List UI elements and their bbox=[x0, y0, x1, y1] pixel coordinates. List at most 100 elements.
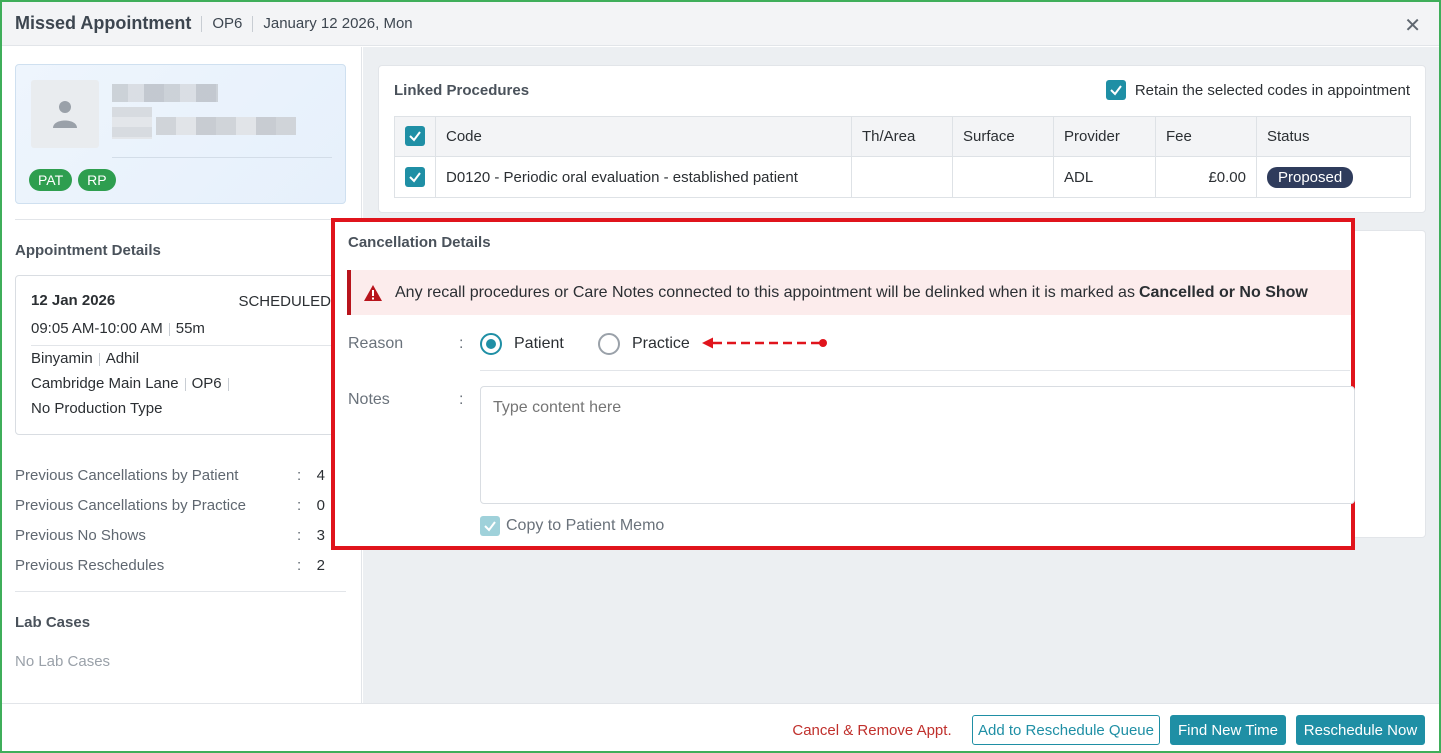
procedures-table: Code Th/Area Surface Provider Fee Status… bbox=[394, 116, 1411, 198]
column-header-surface[interactable]: Surface bbox=[952, 116, 1054, 157]
provider-first: Binyamin bbox=[31, 350, 93, 367]
location-operatory: OP6 bbox=[191, 375, 222, 392]
user-icon bbox=[53, 101, 77, 128]
reason-patient-radio[interactable]: Patient bbox=[480, 333, 564, 355]
notes-colon: : bbox=[459, 391, 464, 408]
appointment-location: Cambridge Main Lane OP6 bbox=[31, 375, 235, 392]
column-header-code[interactable]: Code bbox=[435, 116, 852, 157]
cell-surface bbox=[952, 156, 1054, 198]
cancellation-details-title: Cancellation Details bbox=[348, 234, 491, 251]
radio-unselected-icon[interactable] bbox=[598, 333, 620, 355]
no-lab-cases: No Lab Cases bbox=[15, 653, 111, 670]
appointment-duration: 55m bbox=[175, 320, 205, 337]
reason-practice-radio[interactable]: Practice bbox=[598, 333, 690, 355]
column-header-status[interactable]: Status bbox=[1256, 116, 1411, 157]
reason-colon: : bbox=[459, 335, 464, 352]
cancellation-details-highlight: Cancellation Details Any recall procedur… bbox=[331, 218, 1355, 550]
badge-pat: PAT bbox=[29, 169, 73, 191]
linked-procedures-panel: Linked Procedures Retain the selected co… bbox=[378, 65, 1426, 213]
column-header-provider[interactable]: Provider bbox=[1053, 116, 1156, 157]
modal-footer: Cancel & Remove Appt. Add to Reschedule … bbox=[2, 703, 1439, 751]
stat-label: Previous Cancellations by Practice bbox=[15, 497, 246, 514]
cell-fee: £0.00 bbox=[1155, 156, 1257, 198]
patient-info-redacted bbox=[112, 107, 152, 139]
warning-icon bbox=[364, 284, 382, 301]
cell-status: Proposed bbox=[1256, 156, 1411, 198]
left-sidebar: PAT RP Appointment Details 12 Jan 2026 S… bbox=[2, 47, 362, 703]
appointment-time: 09:05 AM-10:00 AM 55m bbox=[31, 320, 205, 337]
notes-textarea[interactable] bbox=[480, 386, 1355, 504]
appointment-date: 12 Jan 2026 bbox=[31, 292, 116, 309]
divider bbox=[15, 591, 346, 592]
reschedule-now-button[interactable]: Reschedule Now bbox=[1296, 715, 1425, 745]
find-new-time-button[interactable]: Find New Time bbox=[1170, 715, 1286, 745]
cell-provider: ADL bbox=[1053, 156, 1156, 198]
header-operatory: OP6 bbox=[212, 15, 243, 32]
row-select-cell bbox=[394, 156, 436, 198]
badge-rp: RP bbox=[78, 169, 116, 191]
cell-area bbox=[851, 156, 953, 198]
copy-memo-checkbox[interactable] bbox=[480, 516, 500, 536]
retain-codes-checkbox[interactable] bbox=[1105, 80, 1126, 100]
arrow-left-icon bbox=[702, 337, 827, 349]
cell-code: D0120 - Periodic oral evaluation - estab… bbox=[435, 156, 852, 198]
cancel-remove-button[interactable]: Cancel & Remove Appt. bbox=[792, 715, 952, 745]
patient-card[interactable]: PAT RP bbox=[15, 64, 346, 204]
provider-second: Adhil bbox=[105, 350, 140, 367]
reason-label: Reason bbox=[348, 335, 404, 352]
card-divider bbox=[112, 157, 332, 158]
stat-value: 4 bbox=[316, 467, 325, 484]
copy-memo-label: Copy to Patient Memo bbox=[506, 517, 665, 534]
header-separator bbox=[201, 15, 203, 32]
table-row[interactable]: D0120 - Periodic oral evaluation - estab… bbox=[394, 156, 1411, 198]
check-icon bbox=[1110, 85, 1122, 96]
stat-row: Previous Cancellations by Patient:4 bbox=[15, 467, 325, 484]
patient-info-redacted bbox=[156, 117, 296, 135]
radio-selected-icon[interactable] bbox=[480, 333, 502, 355]
select-all-checkbox[interactable] bbox=[405, 126, 425, 146]
reason-practice-label: Practice bbox=[632, 335, 690, 352]
retain-codes-label: Retain the selected codes in appointment bbox=[1134, 81, 1410, 99]
lab-cases-title: Lab Cases bbox=[15, 614, 91, 631]
alert-text: Any recall procedures or Care Notes conn… bbox=[395, 283, 1135, 301]
location-name: Cambridge Main Lane bbox=[31, 375, 179, 392]
header-separator bbox=[252, 15, 254, 32]
check-icon bbox=[409, 131, 421, 142]
appointment-details-title: Appointment Details bbox=[15, 242, 161, 259]
add-reschedule-queue-button[interactable]: Add to Reschedule Queue bbox=[972, 715, 1160, 745]
production-type: No Production Type bbox=[31, 400, 163, 417]
alert-bold-text: Cancelled or No Show bbox=[1138, 283, 1308, 301]
reason-patient-label: Patient bbox=[514, 335, 564, 352]
stat-label: Previous Reschedules bbox=[15, 557, 165, 574]
header-date: January 12 2026, Mon bbox=[263, 15, 413, 32]
column-header-area[interactable]: Th/Area bbox=[851, 116, 953, 157]
delink-warning-alert: Any recall procedures or Care Notes conn… bbox=[347, 270, 1351, 315]
row-checkbox[interactable] bbox=[405, 166, 425, 187]
linked-procedures-title: Linked Procedures bbox=[394, 82, 530, 99]
notes-label: Notes bbox=[348, 391, 390, 408]
divider bbox=[15, 219, 346, 220]
table-header-row: Code Th/Area Surface Provider Fee Status bbox=[394, 116, 1411, 157]
stat-row: Previous Reschedules:2 bbox=[15, 557, 325, 574]
appointment-card: 12 Jan 2026 SCHEDULED 09:05 AM-10:00 AM 5… bbox=[15, 275, 346, 435]
patient-badges: PAT RP bbox=[29, 169, 116, 191]
status-badge: Proposed bbox=[1267, 166, 1354, 188]
stat-value: 0 bbox=[316, 497, 325, 514]
close-icon[interactable]: ✕ bbox=[1404, 13, 1421, 38]
appointment-time-range: 09:05 AM-10:00 AM bbox=[31, 320, 163, 337]
stat-label: Previous Cancellations by Patient bbox=[15, 467, 239, 484]
column-header-fee[interactable]: Fee bbox=[1155, 116, 1257, 157]
stat-row: Previous Cancellations by Practice:0 bbox=[15, 497, 325, 514]
select-all-cell bbox=[394, 116, 436, 157]
stat-value: 2 bbox=[316, 557, 325, 574]
stat-label: Previous No Shows bbox=[15, 527, 146, 544]
stat-value: 3 bbox=[316, 527, 325, 544]
stat-row: Previous No Shows:3 bbox=[15, 527, 325, 544]
copy-memo-option[interactable]: Copy to Patient Memo bbox=[480, 516, 664, 536]
patient-name-redacted bbox=[112, 84, 218, 102]
modal-header: Missed Appointment OP6 January 12 2026, … bbox=[2, 2, 1439, 46]
avatar bbox=[31, 80, 99, 148]
check-icon bbox=[409, 171, 421, 183]
retain-codes-option[interactable]: Retain the selected codes in appointment bbox=[1105, 80, 1410, 100]
appointment-providers: Binyamin Adhil bbox=[31, 350, 139, 367]
